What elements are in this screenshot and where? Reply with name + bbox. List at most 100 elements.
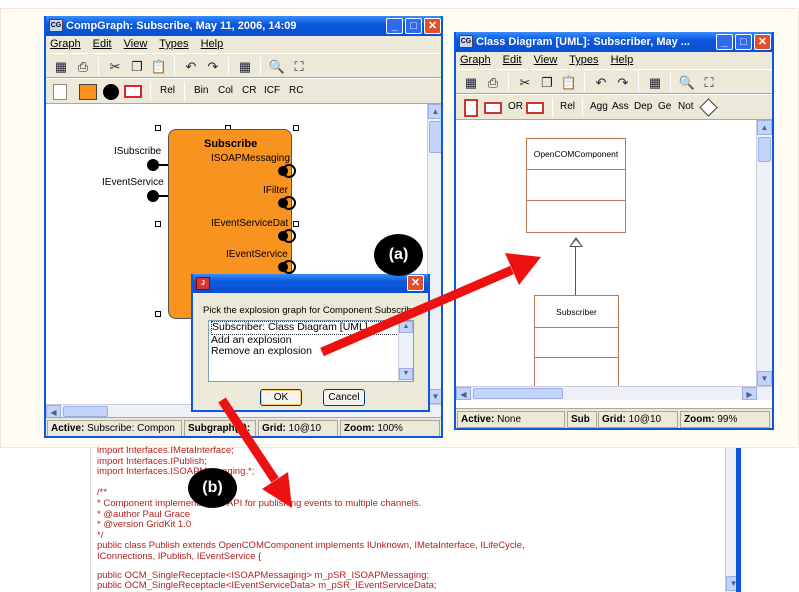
classdiagram-horizontal-scrollbar[interactable]: ◀ ▶ [456,386,772,400]
scroll-up-icon[interactable]: ▲ [757,120,772,135]
menu-edit[interactable]: Edit [93,38,112,50]
receptacle-tool-icon[interactable] [124,85,142,98]
undo-icon[interactable]: ↶ [182,58,200,75]
print-icon[interactable]: ⎙ [484,74,502,91]
print-icon[interactable]: ⎙ [74,58,92,75]
scroll-up-icon[interactable]: ▲ [428,104,441,119]
menu-help[interactable]: Help [201,38,224,50]
paste-icon[interactable]: 📋 [560,74,578,91]
close-icon[interactable]: ✕ [754,34,771,50]
class-opencomcomponent[interactable]: OpenCOMComponent [526,138,626,233]
zoom-icon[interactable]: 🔍 [678,74,696,91]
cut-icon[interactable]: ✂ [106,58,124,75]
minimize-icon[interactable]: _ [716,34,733,50]
rectangle-tool-icon[interactable] [53,84,67,100]
tool-ge[interactable]: Ge [658,101,671,112]
component-tool-icon[interactable] [79,84,97,100]
window-title: Class Diagram [UML]: Subscriber, May ... [476,36,690,48]
interface-lollipop[interactable] [147,159,159,171]
menu-view[interactable]: View [124,38,148,50]
tool-dep[interactable]: Dep [634,101,652,112]
menu-help[interactable]: Help [611,54,634,66]
tool-cr[interactable]: CR [242,85,256,96]
dialog-titlebar[interactable]: J ✕ [193,274,428,293]
scroll-down-icon[interactable]: ▼ [399,368,413,380]
tool-or[interactable]: OR [508,101,523,112]
diamond-tool-icon[interactable] [699,98,718,117]
scroll-thumb[interactable] [63,406,108,417]
tool-col[interactable]: Col [218,85,233,96]
grid-icon[interactable]: ▦ [236,58,254,75]
scroll-right-icon[interactable]: ▶ [742,387,757,400]
close-icon[interactable]: ✕ [407,275,424,291]
cut-icon[interactable]: ✂ [516,74,534,91]
minimize-icon[interactable]: _ [386,18,403,34]
scroll-left-icon[interactable]: ◀ [456,387,471,400]
interface-lollipop[interactable] [147,190,159,202]
grid-icon[interactable]: ▦ [646,74,664,91]
list-scrollbar[interactable]: ▲ ▼ [398,321,413,381]
tool-rc[interactable]: RC [289,85,303,96]
class-tool-icon[interactable] [464,99,478,117]
interface-tool-icon[interactable] [103,84,119,100]
menu-graph[interactable]: Graph [460,54,491,66]
package-tool-icon[interactable] [526,102,544,114]
tool-agg[interactable]: Agg [590,101,608,112]
classdiagram-titlebar[interactable]: CG Class Diagram [UML]: Subscriber, May … [456,32,772,52]
menu-types[interactable]: Types [569,54,598,66]
scroll-down-icon[interactable]: ▼ [757,371,772,386]
menu-types[interactable]: Types [159,38,188,50]
interface-lollipop[interactable] [278,262,288,272]
tool-ass[interactable]: Ass [612,101,629,112]
selection-handle[interactable] [293,221,299,227]
selection-handle[interactable] [155,125,161,131]
scroll-thumb[interactable] [758,137,771,162]
list-item[interactable]: Subscriber: Class Diagram [UML] [211,321,399,335]
zoom-icon[interactable]: 🔍 [268,58,286,75]
close-icon[interactable]: ✕ [424,18,441,34]
ok-button[interactable]: OK [260,389,302,406]
uml-canvas[interactable]: OpenCOMComponent Subscriber [456,120,756,387]
scroll-up-icon[interactable]: ▲ [399,321,413,333]
paste-icon[interactable]: 📋 [150,58,168,75]
class-subscriber[interactable]: Subscriber [534,295,619,387]
code-line: public OCM_SingleReceptacle<IEventServic… [97,580,437,592]
layout-icon[interactable]: ▦ [462,74,480,91]
code-editor[interactable]: import Interfaces.IMetaInterface; import… [97,446,725,592]
menubar: Graph Edit View Types Help [456,52,772,69]
maximize-icon[interactable]: □ [405,18,422,34]
menu-view[interactable]: View [534,54,558,66]
undo-icon[interactable]: ↶ [592,74,610,91]
layout-icon[interactable]: ▦ [52,58,70,75]
fit-icon[interactable]: ⛶ [290,58,308,75]
interface-lollipop[interactable] [278,231,288,241]
interface-lollipop[interactable] [278,198,288,208]
scroll-thumb[interactable] [473,388,563,399]
cancel-button[interactable]: Cancel [323,389,365,406]
explosion-list[interactable]: Subscriber: Class Diagram [UML] Add an e… [208,320,414,382]
tool-rel[interactable]: Rel [160,85,175,96]
redo-icon[interactable]: ↷ [614,74,632,91]
interface-lollipop[interactable] [278,166,288,176]
classdiagram-vertical-scrollbar[interactable]: ▲ ▼ [756,120,772,386]
code-line: * @author Paul Grace [97,508,191,520]
redo-icon[interactable]: ↷ [204,58,222,75]
selection-handle[interactable] [155,311,161,317]
list-item[interactable]: Remove an explosion [211,345,413,358]
copy-icon[interactable]: ❐ [538,74,556,91]
copy-icon[interactable]: ❐ [128,58,146,75]
menu-graph[interactable]: Graph [50,38,81,50]
tool-rel[interactable]: Rel [560,101,575,112]
interface-tool-icon[interactable] [484,102,502,114]
tool-not[interactable]: Not [678,101,694,112]
tool-icf[interactable]: ICF [264,85,280,96]
scroll-down-icon[interactable]: ▼ [428,389,441,404]
tool-bin[interactable]: Bin [194,85,208,96]
selection-handle[interactable] [293,125,299,131]
selection-handle[interactable] [155,221,161,227]
maximize-icon[interactable]: □ [735,34,752,50]
compgraph-titlebar[interactable]: CG CompGraph: Subscribe, May 11, 2006, 1… [46,16,441,36]
fit-icon[interactable]: ⛶ [700,74,718,91]
scroll-thumb[interactable] [429,121,441,153]
menu-edit[interactable]: Edit [503,54,522,66]
